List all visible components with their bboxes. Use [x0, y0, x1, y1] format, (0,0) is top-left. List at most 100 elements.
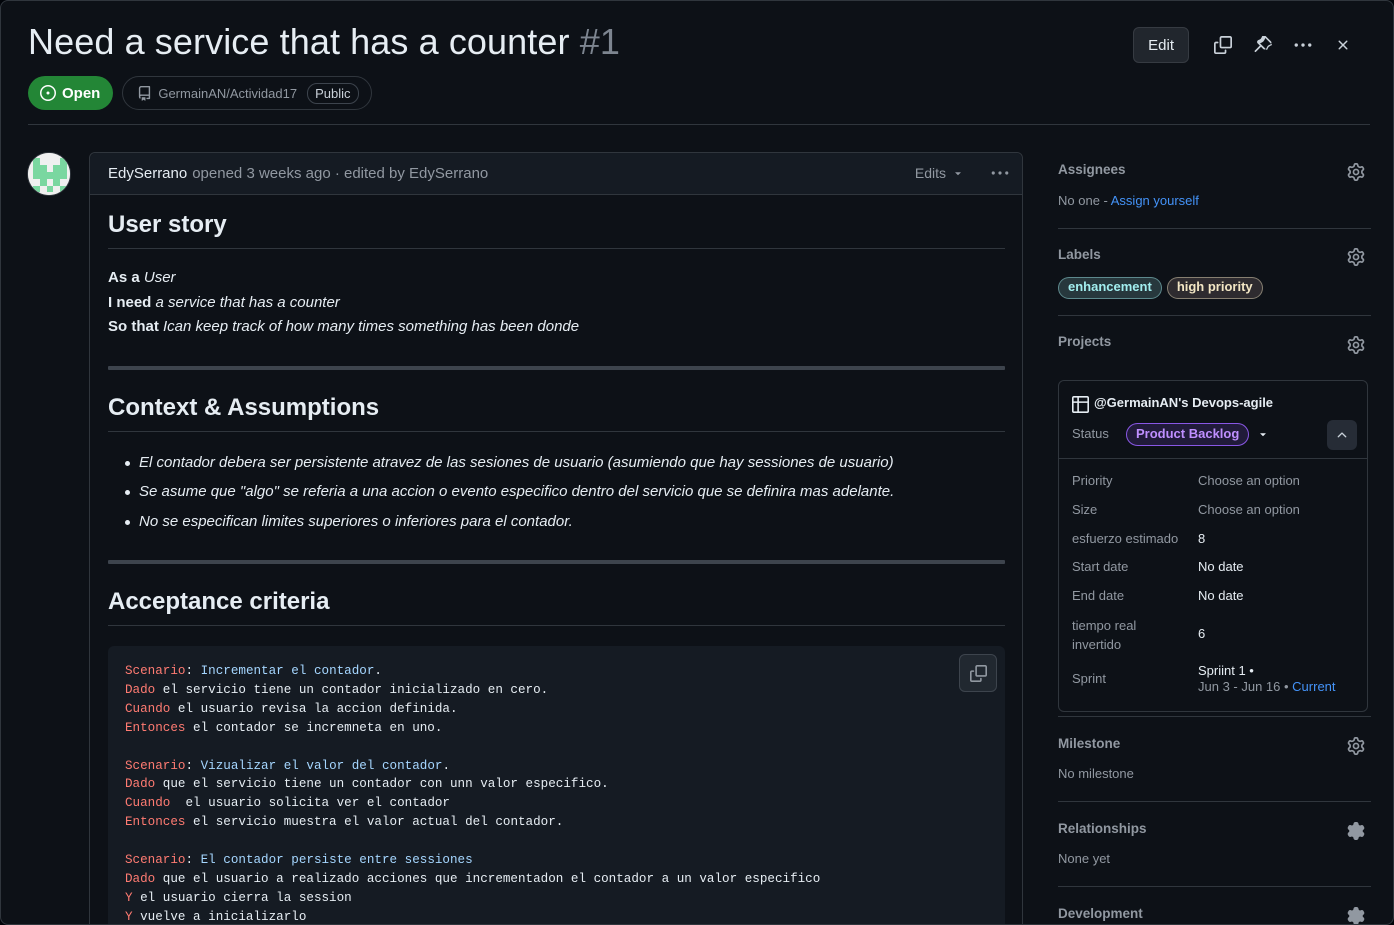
code-keyword: Cuando [125, 701, 171, 716]
field-label: Start date [1072, 559, 1129, 574]
pin-button[interactable] [1243, 27, 1283, 63]
list-item: El contador debera ser persistente atrav… [108, 448, 1005, 478]
assignees-section: Assignees No one - Assign yourself [1058, 152, 1371, 229]
comment-options-button[interactable] [988, 161, 1012, 185]
code-line: Scenario: Incrementar el contador. [125, 662, 988, 681]
code-line: Dado el servicio tiene un contador inici… [125, 681, 988, 700]
assignees-value: No one - Assign yourself [1058, 193, 1199, 208]
comment-meta: opened 3 weeks ago · edited by EdySerran… [192, 165, 489, 182]
code-text: el servicio tiene un contador inicializa… [155, 682, 549, 697]
code-keyword: Dado [125, 682, 156, 697]
triangle-down-icon[interactable] [1257, 428, 1269, 440]
user-story-prefix: So that [108, 318, 159, 335]
code-line: Y el usuario cierra la session [125, 889, 988, 908]
code-text: que el servicio tiene un contador con un… [155, 777, 609, 792]
project-field-tiempo[interactable]: tiempo real invertido 6 [1072, 616, 1362, 654]
code-text: el usuario revisa la accion definida. [170, 701, 458, 716]
user-story-text: a service that has a counter [155, 293, 340, 311]
title-row: Need a service that has a counter #1 Edi… [28, 19, 1363, 69]
project-field-start-date[interactable]: Start date No date [1072, 559, 1362, 574]
gear-icon[interactable] [1347, 163, 1365, 181]
close-button[interactable] [1323, 27, 1363, 63]
code-text: el usuario solicita ver el contador [170, 796, 450, 811]
project-field-size[interactable]: Size Choose an option [1072, 502, 1362, 517]
repo-link[interactable]: GermainAN/Actividad17 Public [122, 76, 372, 110]
code-title: Vizualizar el valor del contador [200, 758, 443, 773]
comment-header: EdySerrano opened 3 weeks ago · edited b… [90, 153, 1022, 195]
field-value: Choose an option [1198, 473, 1300, 488]
project-field-esfuerzo[interactable]: esfuerzo estimado 8 [1072, 531, 1362, 546]
code-text: el contador se incremneta en uno. [185, 720, 443, 735]
user-story-text: User [143, 269, 176, 286]
code-line: Dado que el servicio tiene un contador c… [125, 775, 988, 794]
edits-dropdown[interactable]: Edits [915, 165, 964, 181]
more-actions-button[interactable] [1283, 27, 1323, 63]
code-keyword: Entonces [125, 815, 186, 830]
gear-icon[interactable] [1347, 336, 1365, 354]
field-value: 8 [1198, 531, 1206, 546]
code-line: Entonces el servicio muestra el valor ac… [125, 813, 988, 832]
project-field-priority[interactable]: Priority Choose an option [1072, 473, 1362, 488]
code-text: . [374, 664, 382, 678]
gear-icon[interactable] [1347, 248, 1365, 266]
acceptance-code-block: Scenario: Incrementar el contador. Dado e… [108, 646, 1005, 924]
code-text: vuelve a inicializarlo [132, 909, 307, 924]
edits-label: Edits [914, 165, 946, 181]
code-title: El contador persiste entre sessiones [200, 853, 473, 868]
heading-context: Context & Assumptions [108, 394, 1005, 432]
edit-button[interactable]: Edit [1133, 27, 1189, 63]
issue-sidebar: Assignees No one - Assign yourself Label… [1058, 152, 1371, 925]
comment-body: User story As a User I need a service th… [108, 195, 1005, 924]
header-actions: Edit [1133, 27, 1363, 63]
code-lines: Scenario: Incrementar el contador. Dado e… [125, 662, 988, 924]
kebab-horizontal-icon [991, 171, 1009, 175]
code-text: el servicio muestra el valor actual del … [185, 815, 564, 830]
assign-yourself-link[interactable]: Assign yourself [1111, 193, 1199, 208]
gear-icon[interactable] [1347, 907, 1365, 925]
copy-link-button[interactable] [1203, 27, 1243, 63]
assignees-none: No one - [1058, 193, 1111, 208]
code-keyword: Scenario [125, 853, 186, 868]
code-keyword: Entonces [125, 720, 186, 735]
project-field-end-date[interactable]: End date No date [1072, 588, 1362, 603]
collapse-project-button[interactable] [1327, 420, 1357, 450]
gear-icon[interactable] [1347, 822, 1365, 840]
avatar[interactable] [27, 152, 71, 196]
sprint-name: Spriint 1 • [1198, 663, 1254, 678]
code-line: Scenario: El contador persiste entre ses… [125, 851, 988, 870]
field-value: Choose an option [1198, 502, 1300, 517]
comment-author[interactable]: EdySerrano [108, 165, 187, 182]
issue-body-comment: EdySerrano opened 3 weeks ago · edited b… [89, 152, 1023, 924]
code-line: Dado que el usuario a realizado acciones… [125, 870, 988, 889]
sprint-value: Spriint 1 • Jun 3 - Jun 16 • Current [1198, 663, 1336, 695]
code-text: . [442, 758, 450, 773]
status-value[interactable]: Product Backlog [1126, 423, 1250, 446]
table-icon [1072, 396, 1089, 413]
code-title: Incrementar el contador [200, 664, 375, 678]
code-line: Scenario: Vizualizar el valor del contad… [125, 757, 988, 776]
issue-opened-icon [40, 85, 56, 101]
milestone-title: Milestone [1058, 736, 1121, 751]
project-field-sprint[interactable]: Sprint Spriint 1 • Jun 3 - Jun 16 • Curr… [1072, 663, 1362, 694]
user-story-block: As a User I need a service that has a co… [108, 266, 1005, 340]
list-item: Se asume que "algo" se referia a una acc… [108, 477, 1005, 507]
code-keyword: Dado [125, 777, 156, 792]
copy-code-button[interactable] [959, 654, 997, 692]
code-line: Cuando el usuario revisa la accion defin… [125, 700, 988, 719]
code-text: : [185, 758, 201, 773]
code-keyword: Cuando [125, 796, 171, 811]
project-name[interactable]: @GermainAN's Devops-agile [1094, 395, 1273, 410]
relationships-title: Relationships [1058, 821, 1147, 836]
label-high-priority[interactable]: high priority [1166, 277, 1263, 299]
project-card: @GermainAN's Devops-agile Status Product… [1058, 380, 1368, 712]
gear-icon[interactable] [1347, 737, 1365, 755]
code-text: el usuario cierra la session [132, 890, 352, 905]
heading-acceptance: Acceptance criteria [108, 588, 1005, 626]
code-text: : [185, 664, 201, 678]
copy-icon [1214, 36, 1232, 54]
label-enhancement[interactable]: enhancement [1058, 277, 1162, 299]
code-keyword: Dado [125, 871, 156, 886]
code-keyword: Scenario [125, 758, 186, 773]
sprint-dates: Jun 3 - Jun 16 • [1198, 679, 1293, 694]
projects-section: Projects @GermainAN's Devops-agile Statu… [1058, 316, 1371, 717]
